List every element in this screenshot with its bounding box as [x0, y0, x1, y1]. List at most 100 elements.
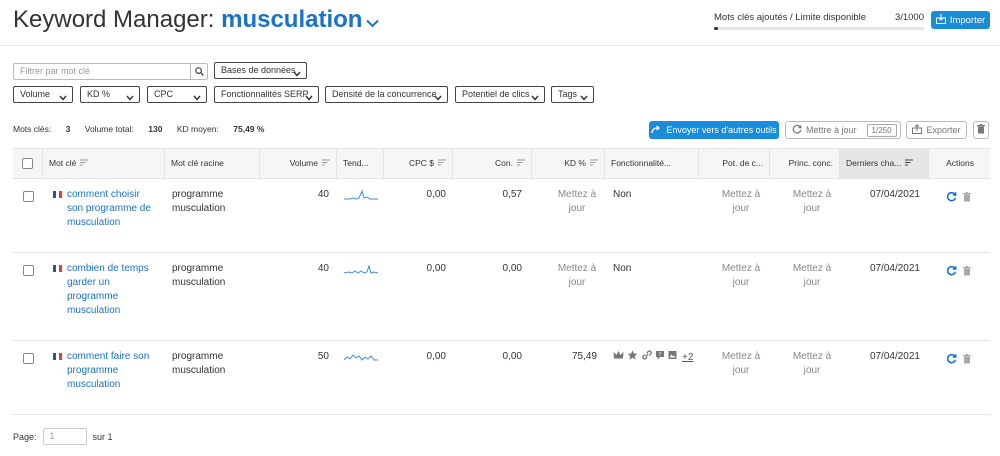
trash-icon[interactable] [963, 353, 971, 367]
column-header-serp: Fonctionnalité... [605, 149, 699, 178]
last-update-date: 07/04/2021 [869, 351, 920, 362]
root-keyword: programme musculation [172, 351, 226, 376]
trash-icon[interactable] [963, 191, 971, 205]
chevron-down-icon [305, 91, 313, 106]
update-metrics-button[interactable]: Mettre à jour 1/250 [785, 121, 901, 139]
chevron-down-icon [366, 7, 380, 35]
average-kd: KD moyen: 75,49 % [176, 124, 265, 134]
cpc-value: 0,00 [426, 263, 446, 274]
chevron-down-icon [531, 91, 539, 106]
keyword-link[interactable]: comment choisir son programme de muscula… [67, 188, 162, 230]
serp-features-dropdown[interactable]: Fonctionnalités SERP [214, 86, 319, 103]
delete-selected-button[interactable] [973, 121, 989, 139]
link-icon [641, 350, 652, 365]
kd-update-link[interactable]: Mettez à jour [551, 188, 603, 216]
last-update-date: 07/04/2021 [869, 189, 920, 200]
serp-feature-icons: ? +2 [613, 350, 698, 365]
refresh-icon[interactable] [946, 191, 957, 205]
competition-filter-label: Densité de la concurrence [332, 89, 437, 99]
row-actions [946, 353, 971, 367]
import-button[interactable]: Importer [931, 11, 990, 29]
column-header-volume[interactable]: Volume [260, 149, 337, 178]
sort-icon [80, 149, 89, 178]
chevron-down-icon [580, 91, 588, 106]
crown-icon [613, 350, 624, 365]
column-header-keyword[interactable]: Mot clé [43, 149, 165, 178]
column-header-competition[interactable]: Con. [453, 149, 532, 178]
kd-dropdown[interactable]: KD % [80, 86, 140, 103]
tags-dropdown[interactable]: Tags [551, 86, 594, 103]
sort-icon [322, 149, 330, 178]
chevron-down-icon [193, 91, 201, 106]
potential-update-link[interactable]: Mettez à jour [715, 262, 767, 290]
page-title-prefix: Keyword Manager: [13, 6, 215, 33]
competitor-update-link[interactable]: Mettez à jour [786, 262, 838, 290]
potential-update-link[interactable]: Mettez à jour [715, 350, 767, 378]
refresh-icon [792, 124, 802, 136]
import-icon [935, 13, 946, 27]
volume-dropdown[interactable]: Volume [13, 86, 73, 103]
keyword-filter-input[interactable]: Filtrer par mot clé [13, 63, 191, 80]
serp-more-link[interactable]: +2 [682, 351, 693, 365]
keyword-limit-fill [714, 27, 718, 30]
export-button[interactable]: Exporter [906, 121, 967, 139]
column-header-last-update[interactable]: Derniers cha... [840, 149, 929, 178]
clicks-filter-label: Potentiel de clics [462, 89, 530, 99]
volume-filter-label: Volume [20, 89, 51, 99]
page-number-input[interactable]: 1 [42, 428, 87, 445]
competition-dropdown[interactable]: Densité de la concurrence [325, 86, 448, 103]
sort-icon [590, 149, 598, 178]
competitor-update-link[interactable]: Mettez à jour [786, 350, 838, 378]
sort-icon [438, 149, 446, 178]
chevron-down-icon [293, 67, 301, 82]
row-checkbox[interactable] [23, 265, 34, 276]
databases-dropdown[interactable]: Bases de données [214, 62, 307, 79]
france-flag-icon [53, 353, 62, 360]
trash-icon[interactable] [963, 265, 971, 279]
keyword-count: Mots clés: 3 [13, 124, 71, 134]
project-keyword-selector[interactable]: musculation [221, 6, 380, 35]
send-to-tools-label: Envoyer vers d'autres outils [666, 125, 777, 135]
cpc-dropdown[interactable]: CPC [147, 86, 207, 103]
row-checkbox[interactable] [23, 191, 34, 202]
competitor-update-link[interactable]: Mettez à jour [786, 188, 838, 216]
import-label: Importer [949, 14, 986, 26]
star-icon [627, 350, 638, 365]
cpc-value: 0,00 [426, 351, 446, 362]
send-to-tools-button[interactable]: Envoyer vers d'autres outils [649, 121, 779, 139]
click-potential-dropdown[interactable]: Potentiel de clics [455, 86, 545, 103]
row-checkbox[interactable] [23, 353, 34, 364]
update-label: Mettre à jour [806, 125, 857, 135]
header-select-cell [13, 149, 43, 178]
trend-sparkline [343, 263, 379, 280]
keyword-link[interactable]: comment faire son programme musculation [67, 350, 162, 392]
serp-value: Non [613, 189, 632, 200]
pagination: Page: 1 sur 1 [13, 428, 113, 445]
search-icon[interactable] [190, 63, 208, 80]
trend-sparkline [344, 189, 379, 206]
column-header-top-competitor: Princ. conc. [770, 149, 840, 178]
keyword-table: Mot clé Mot clé racine Volume Tend... CP… [13, 148, 990, 415]
competition-value: 0,57 [502, 189, 522, 200]
refresh-icon[interactable] [946, 265, 957, 279]
keyword-limit-label: Mots clés ajoutés / Limite disponible [714, 12, 867, 23]
column-header-trend: Tend... [337, 149, 384, 178]
refresh-icon[interactable] [946, 353, 957, 367]
column-header-kd[interactable]: KD % [532, 149, 605, 178]
table-header: Mot clé Mot clé racine Volume Tend... CP… [13, 148, 990, 179]
svg-text:?: ? [659, 352, 662, 358]
keyword-link[interactable]: combien de temps garder un programme mus… [67, 262, 162, 318]
kd-update-link[interactable]: Mettez à jour [551, 262, 603, 290]
competition-value: 0,00 [502, 351, 522, 362]
column-header-cpc[interactable]: CPC $ [384, 149, 453, 178]
potential-update-link[interactable]: Mettez à jour [715, 188, 767, 216]
keyword-limit-bar [714, 27, 924, 30]
kd-value: 75,49 [571, 351, 597, 362]
select-all-checkbox[interactable] [22, 158, 33, 169]
column-header-root-keyword: Mot clé racine [165, 149, 260, 178]
summary-stats: Mots clés: 3 Volume total: 130 KD moyen:… [13, 124, 276, 134]
sort-icon [517, 149, 525, 178]
share-arrow-icon [651, 124, 661, 136]
volume-value: 40 [317, 189, 329, 200]
image-pack-icon [668, 350, 677, 365]
